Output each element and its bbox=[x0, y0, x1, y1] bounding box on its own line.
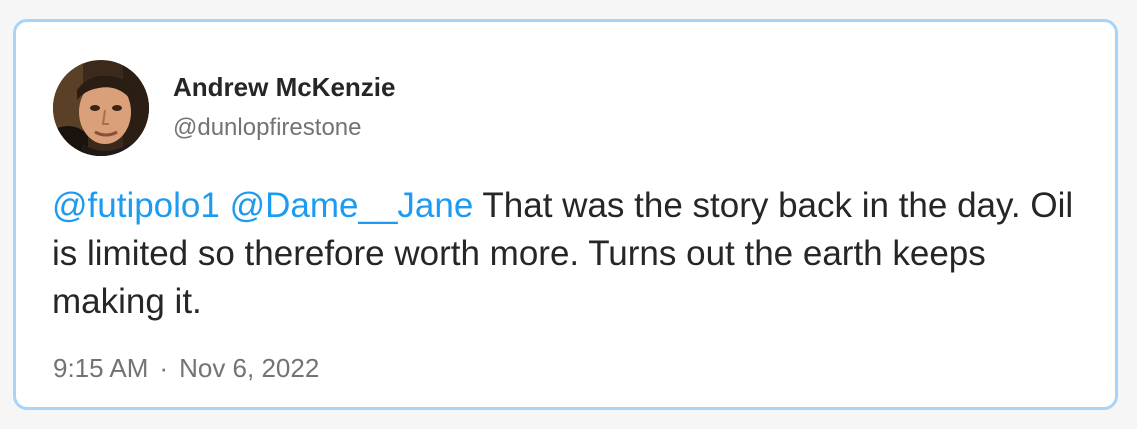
tweet-text: @futipolo1 @Dame__Jane That was the stor… bbox=[52, 182, 1092, 326]
tweet-meta: 9:15 AM · Nov 6, 2022 bbox=[53, 355, 319, 381]
tweet-date[interactable]: Nov 6, 2022 bbox=[179, 353, 319, 383]
tweet-card[interactable]: Andrew McKenzie @dunlopfirestone @futipo… bbox=[13, 19, 1118, 410]
tweet-time[interactable]: 9:15 AM bbox=[53, 353, 148, 383]
avatar[interactable] bbox=[53, 60, 149, 156]
author-handle[interactable]: @dunlopfirestone bbox=[173, 116, 361, 140]
mention-link[interactable]: @futipolo1 bbox=[52, 186, 220, 225]
avatar-image bbox=[53, 60, 149, 156]
mention-link[interactable]: @Dame__Jane bbox=[230, 186, 474, 225]
meta-separator: · bbox=[159, 353, 169, 383]
author-name[interactable]: Andrew McKenzie bbox=[173, 74, 396, 100]
